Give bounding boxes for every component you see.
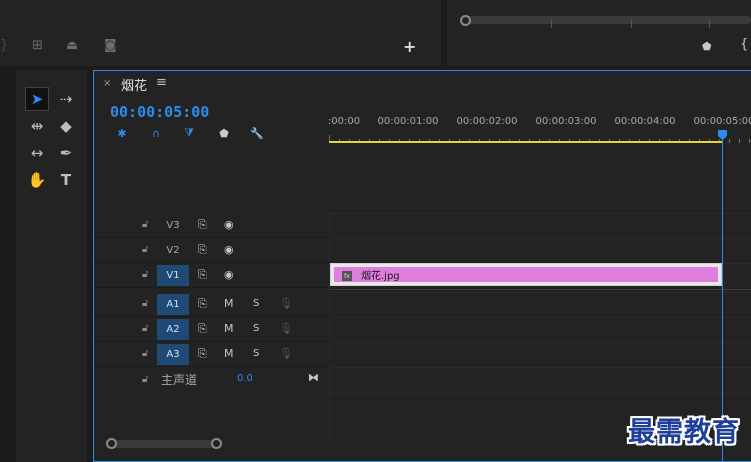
playhead-timecode[interactable]: 00:00:05:00 xyxy=(110,103,209,121)
mute-button[interactable]: M xyxy=(224,347,234,360)
ruler-tick xyxy=(739,139,740,143)
master-volume-value[interactable]: 0.0 xyxy=(237,373,253,384)
mute-button[interactable]: M xyxy=(224,297,234,310)
lock-icon[interactable]: 🔓︎ xyxy=(142,374,148,385)
eye-icon[interactable]: ◉ xyxy=(224,243,234,256)
master-track-label: 主声道 xyxy=(161,373,198,387)
solo-button[interactable]: S xyxy=(253,323,259,334)
sync-lock-icon[interactable]: ⎘ xyxy=(198,268,207,282)
ruler-label: 00:00:03:00 xyxy=(535,116,597,127)
lock-icon[interactable]: 🔓︎ xyxy=(142,298,148,309)
sync-lock-icon[interactable]: ⎘ xyxy=(198,218,207,232)
watermark: 最需教育 xyxy=(628,417,740,448)
time-ruler[interactable]: :00:00 00:00:01:00 00:00:02:00 00:00:03:00 0… xyxy=(327,111,751,143)
track-target-a2[interactable]: A2 xyxy=(157,319,189,340)
clip-body: fx 烟花.jpg xyxy=(334,267,718,282)
slip-tool-icon[interactable]: ↔ xyxy=(25,141,49,165)
close-tab-icon[interactable]: × xyxy=(103,78,111,89)
sync-lock-icon[interactable]: ⎘ xyxy=(198,243,207,257)
zoom-scroll-end-handle[interactable] xyxy=(211,438,222,449)
master-track-row: 🔓︎ 主声道 0.0 ⧓ xyxy=(94,371,329,393)
ripple-edit-tool-icon[interactable]: ⇹ xyxy=(25,114,49,138)
add-marker-icon[interactable]: ⬟ xyxy=(217,126,231,140)
sync-lock-icon[interactable]: ⎘ xyxy=(198,322,207,336)
lock-icon[interactable]: 🔓︎ xyxy=(142,219,148,230)
sequence-tab-title[interactable]: 烟花 xyxy=(121,75,147,94)
track-target-a3[interactable]: A3 xyxy=(157,344,189,365)
camera-icon[interactable]: ◙ xyxy=(104,38,117,53)
hand-tool-icon[interactable]: ✋ xyxy=(25,168,49,192)
lock-icon[interactable]: 🔓︎ xyxy=(142,348,148,359)
microphone-icon[interactable]: 🎙︎ xyxy=(279,347,293,360)
track-header-v3: 🔓︎ V3 ⎘ ◉ xyxy=(94,213,329,238)
snap-icon[interactable]: ∩ xyxy=(149,126,163,140)
fx-badge: fx xyxy=(342,271,352,281)
linked-selection-icon[interactable]: ⧩ xyxy=(182,126,196,140)
mute-button[interactable]: M xyxy=(224,322,234,335)
ruler-tick xyxy=(729,139,730,143)
track-area[interactable] xyxy=(329,213,751,437)
selection-tool-icon[interactable]: ➤ xyxy=(25,87,49,111)
timeline-panel: × 烟花 ≡ 00:00:05:00 ✱ ∩ ⧩ ⬟ 🔧 :00:00 00:00… xyxy=(93,70,751,462)
ruler-label: :00:00 xyxy=(327,116,361,127)
tools-panel: ➤ ⇢ ⇹ ◆ ↔ ✒ ✋ T xyxy=(16,70,87,462)
track-header-v2: 🔓︎ V2 ⎘ ◉ xyxy=(94,238,329,263)
program-monitor-controls: } ⊞ ⏏ ◙ + xyxy=(0,0,441,66)
track-target-v2[interactable]: V2 xyxy=(157,240,189,261)
eye-icon[interactable]: ◉ xyxy=(224,268,234,281)
eye-icon[interactable]: ◉ xyxy=(224,218,234,231)
pen-tool-icon[interactable]: ✒ xyxy=(54,141,78,165)
track-target-a1[interactable]: A1 xyxy=(157,294,189,315)
lock-icon[interactable]: 🔓︎ xyxy=(142,244,148,255)
nest-icon[interactable]: ✱ xyxy=(115,126,129,140)
add-button-icon[interactable]: + xyxy=(403,37,416,56)
ruler-label: 00:00:01:00 xyxy=(377,116,439,127)
panel-menu-icon[interactable]: ≡ xyxy=(156,75,167,90)
ruler-tick xyxy=(749,139,750,143)
sync-lock-icon[interactable]: ⎘ xyxy=(198,297,207,311)
timeline-clip[interactable]: fx 烟花.jpg xyxy=(330,263,722,286)
ruler-label: 00:00:05:00 xyxy=(693,116,751,127)
zoom-scrollbar[interactable] xyxy=(108,440,218,448)
source-monitor-controls xyxy=(447,0,751,66)
track-header-v1: 🔓︎ V1 ⎘ ◉ xyxy=(94,263,329,288)
track-target-v3[interactable]: V3 xyxy=(157,215,189,236)
solo-button[interactable]: S xyxy=(253,298,259,309)
clip-name: 烟花.jpg xyxy=(361,271,400,282)
lift-icon[interactable]: ⊞ xyxy=(32,38,43,53)
bracket-icon[interactable]: { xyxy=(740,37,748,52)
track-header-a1: 🔓︎ A1 ⎘ M S 🎙︎ xyxy=(94,292,329,317)
track-select-tool-icon[interactable]: ⇢ xyxy=(54,87,78,111)
solo-button[interactable]: S xyxy=(253,348,259,359)
track-header-a2: 🔓︎ A2 ⎘ M S 🎙︎ xyxy=(94,317,329,342)
track-header-a3: 🔓︎ A3 ⎘ M S 🎙︎ xyxy=(94,342,329,367)
go-to-end-icon[interactable]: ⧓ xyxy=(308,371,319,384)
work-area-bar xyxy=(329,141,722,143)
bracket-icon[interactable]: } xyxy=(0,38,8,53)
lock-icon[interactable]: 🔓︎ xyxy=(142,323,148,334)
track-headers: 🔓︎ V3 ⎘ ◉ 🔓︎ V2 ⎘ ◉ 🔓︎ V1 ⎘ ◉ 🔓︎ A1 ⎘ M S 🎙︎ 🔓︎ A2 ⎘ M S 🎙︎ 🔓︎ A3… xyxy=(94,213,329,437)
microphone-icon[interactable]: 🎙︎ xyxy=(279,297,293,310)
type-tool-icon[interactable]: T xyxy=(54,168,78,192)
ruler-label: 00:00:02:00 xyxy=(456,116,518,127)
wrench-icon[interactable]: 🔧 xyxy=(250,126,264,140)
lock-icon[interactable]: 🔓︎ xyxy=(142,269,148,280)
marker-icon[interactable]: ⬟ xyxy=(702,40,712,53)
microphone-icon[interactable]: 🎙︎ xyxy=(279,322,293,335)
razor-tool-icon[interactable]: ◆ xyxy=(54,114,78,138)
extract-icon[interactable]: ⏏ xyxy=(66,38,78,53)
sync-lock-icon[interactable]: ⎘ xyxy=(198,347,207,361)
mini-scroll-track[interactable] xyxy=(463,16,751,28)
ruler-label: 00:00:04:00 xyxy=(614,116,676,127)
zoom-scroll-start-handle[interactable] xyxy=(106,438,117,449)
mini-scroll-knob[interactable] xyxy=(460,15,471,26)
track-target-v1[interactable]: V1 xyxy=(157,265,189,286)
timeline-tab-bar: × 烟花 ≡ xyxy=(94,71,751,97)
